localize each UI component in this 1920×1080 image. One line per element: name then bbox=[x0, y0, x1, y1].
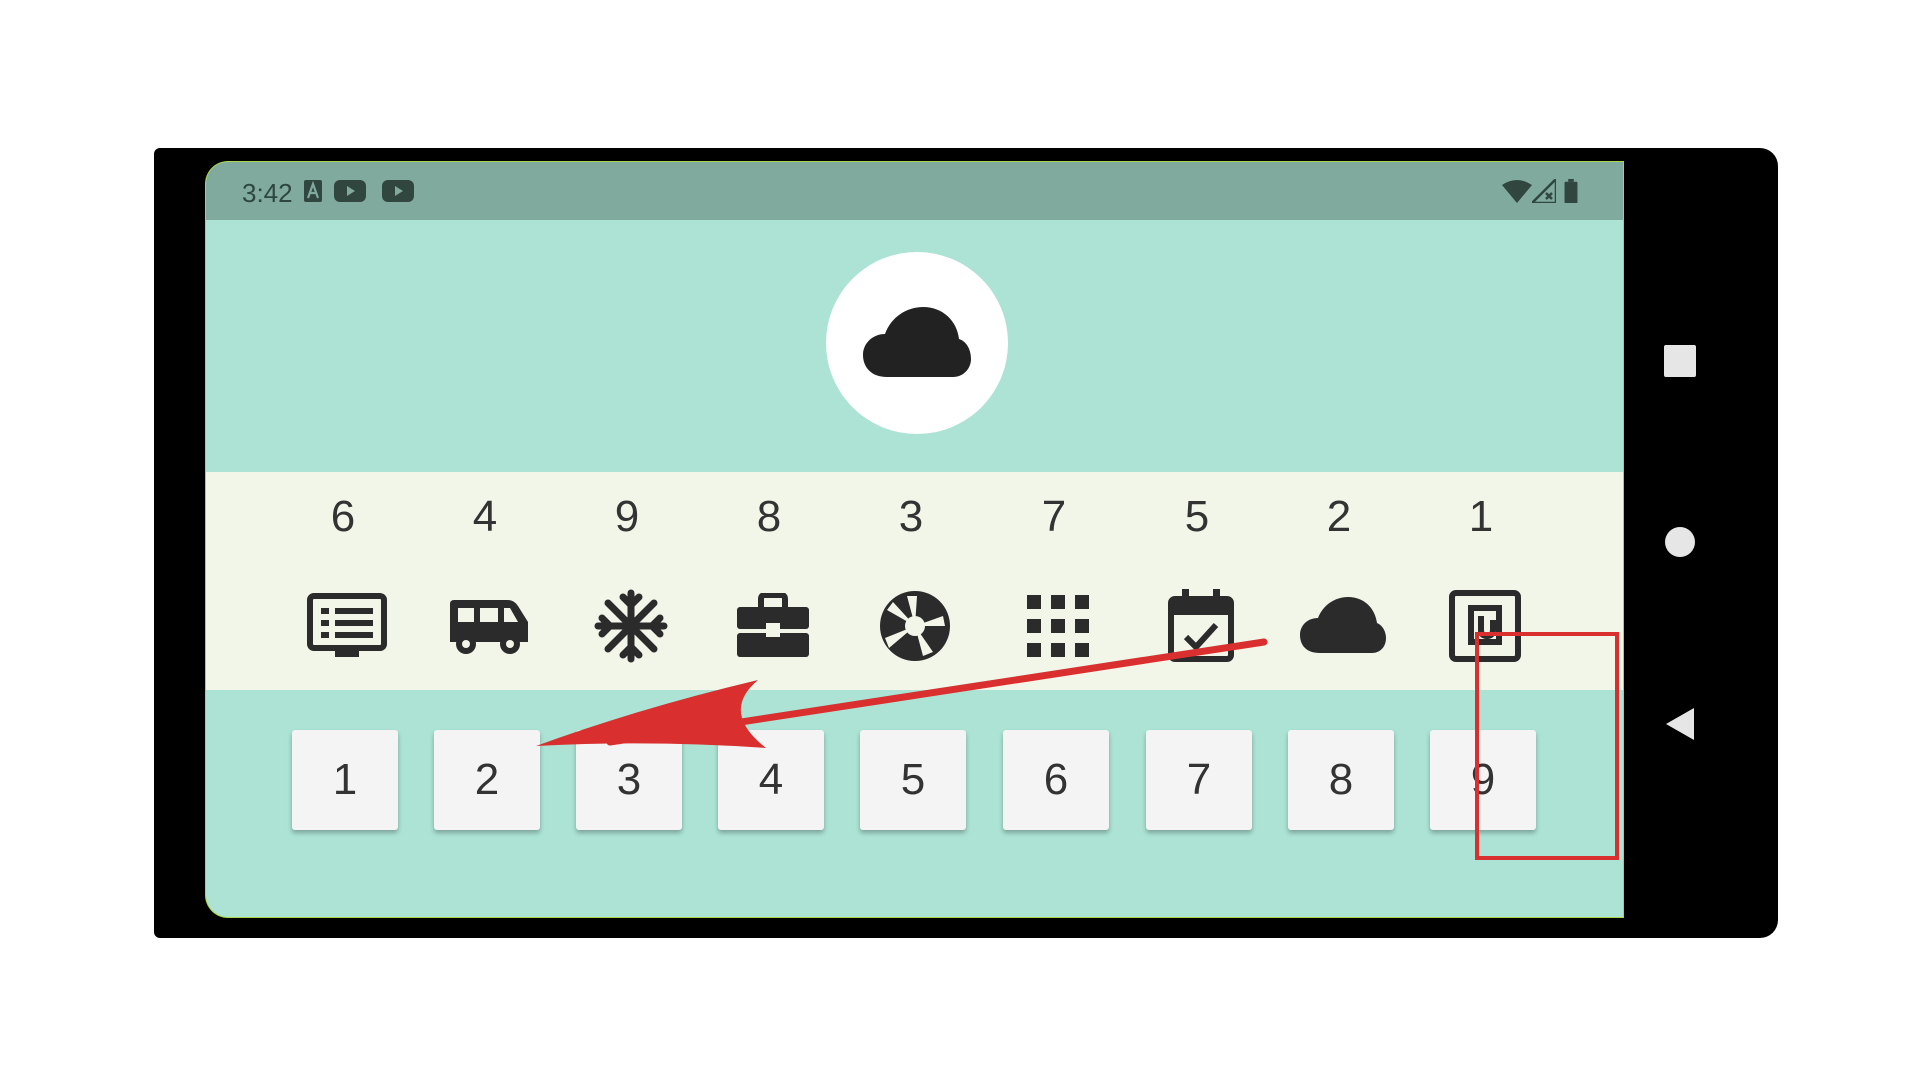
annotation-arrow bbox=[536, 638, 1268, 748]
